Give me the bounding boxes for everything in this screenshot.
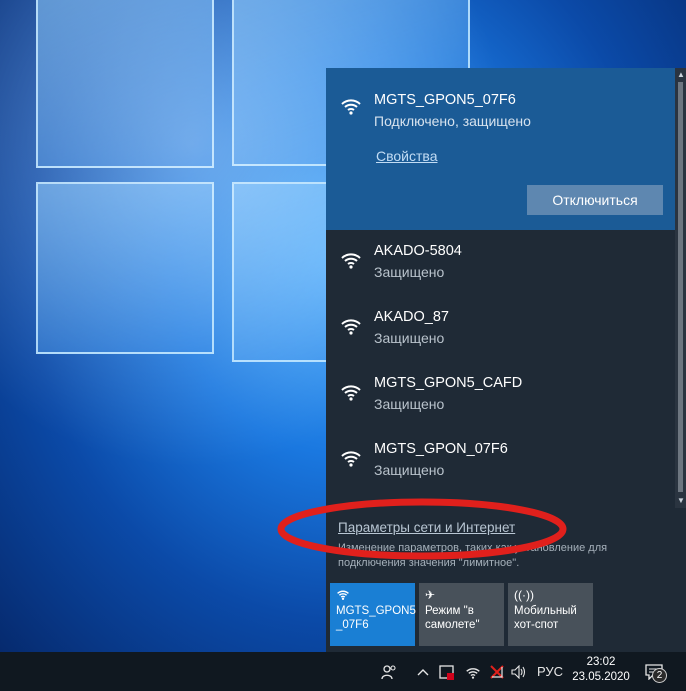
airplane-icon: ✈	[425, 588, 436, 602]
taskbar: РУС 23:02 23.05.2020 2	[0, 652, 686, 691]
network-settings-description: Изменение параметров, таких как установл…	[338, 542, 608, 569]
network-status: Защищено	[374, 264, 445, 280]
wifi-icon	[336, 588, 409, 604]
active-network-name: MGTS_GPON5_07F6	[374, 92, 516, 108]
show-hidden-icons-chevron-icon[interactable]	[413, 652, 433, 691]
tile-label-line1: Мобильный	[514, 605, 577, 617]
scroll-up-arrow-icon[interactable]: ▲	[677, 70, 685, 79]
wifi-tray-icon[interactable]	[462, 652, 484, 691]
tile-label-line2: _07F6	[336, 619, 369, 631]
volume-icon[interactable]	[508, 652, 530, 691]
language-indicator[interactable]: РУС	[534, 652, 566, 691]
wifi-secured-icon	[341, 451, 361, 467]
tile-label-line1: Режим "в	[425, 605, 474, 617]
scrollbar-thumb[interactable]	[678, 82, 683, 492]
wifi-secured-icon	[341, 253, 361, 269]
notification-count-badge: 2	[652, 668, 667, 683]
wifi-icon	[341, 99, 361, 115]
network-item[interactable]: AKADO-5804 Защищено	[326, 234, 675, 300]
network-item[interactable]: AKADO_87 Защищено	[326, 300, 675, 366]
network-settings-link[interactable]: Параметры сети и Интернет	[338, 520, 515, 535]
wifi-toggle-tile[interactable]: MGTS_GPON5 _07F6	[330, 583, 416, 646]
wifi-secured-icon	[341, 385, 361, 401]
network-name: AKADO_87	[374, 309, 449, 325]
clock-time: 23:02	[586, 656, 616, 668]
network-disconnected-icon[interactable]	[486, 652, 508, 691]
antivirus-tray-icon[interactable]	[436, 652, 458, 691]
tile-label-line1: MGTS_GPON5	[336, 605, 416, 617]
clock-date: 23.05.2020	[572, 671, 630, 683]
active-network-status: Подключено, защищено	[374, 113, 531, 129]
tile-label-line2: хот-спот	[514, 619, 559, 631]
hotspot-icon: ((·))	[514, 588, 534, 602]
tile-label-line2: самолете"	[425, 619, 480, 631]
people-icon[interactable]	[376, 652, 402, 691]
taskbar-clock[interactable]: 23:02 23.05.2020	[570, 655, 632, 685]
network-status: Защищено	[374, 330, 445, 346]
network-status: Защищено	[374, 396, 445, 412]
airplane-mode-tile[interactable]: ✈ Режим "в самолете"	[419, 583, 504, 646]
network-name: AKADO-5804	[374, 243, 462, 259]
active-network-panel[interactable]: MGTS_GPON5_07F6 Подключено, защищено Сво…	[326, 68, 675, 230]
network-status: Защищено	[374, 462, 445, 478]
network-item[interactable]: MGTS_GPON5_CAFD Защищено	[326, 366, 675, 432]
network-item[interactable]: MGTS_GPON_07F6 Защищено	[326, 432, 675, 498]
scroll-down-arrow-icon[interactable]: ▼	[677, 496, 685, 505]
properties-link[interactable]: Свойства	[376, 148, 437, 164]
mobile-hotspot-tile[interactable]: ((·)) Мобильный хот-спот	[508, 583, 593, 646]
disconnect-button[interactable]: Отключиться	[527, 185, 663, 215]
wifi-secured-icon	[341, 319, 361, 335]
network-flyout: MGTS_GPON5_07F6 Подключено, защищено Сво…	[326, 68, 686, 652]
network-name: MGTS_GPON5_CAFD	[374, 375, 523, 391]
network-name: MGTS_GPON_07F6	[374, 441, 508, 457]
